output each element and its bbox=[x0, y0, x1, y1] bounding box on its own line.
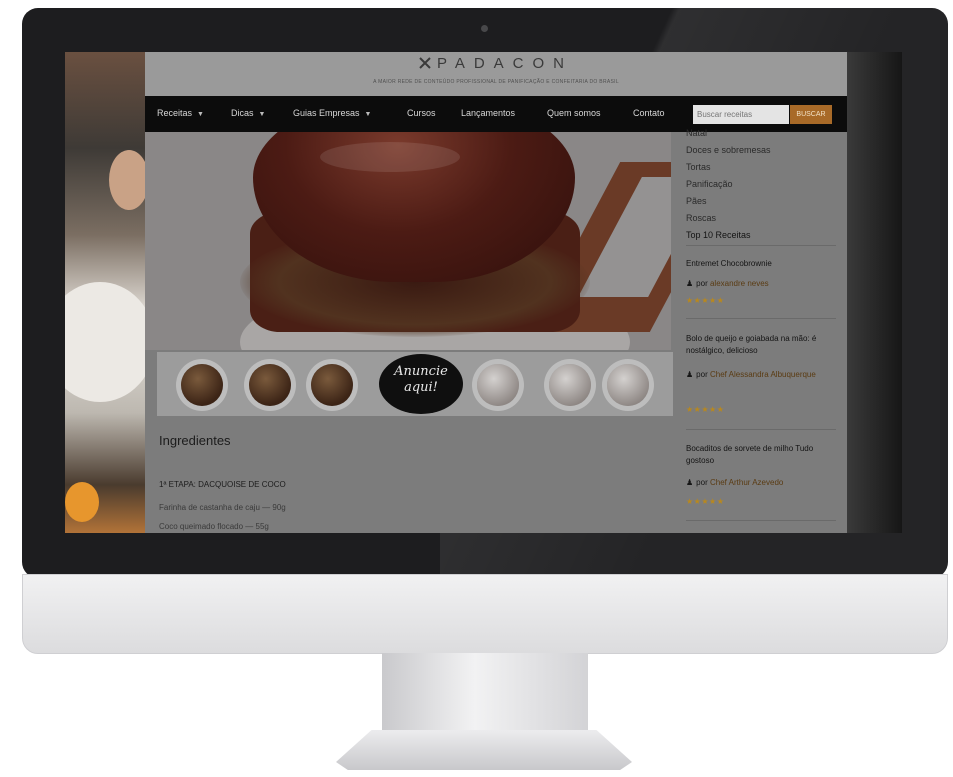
sidebar-post-author: ♟ por Chef Arthur Azevedo bbox=[686, 478, 784, 487]
sidebar-divider bbox=[686, 245, 836, 246]
truffle-image bbox=[249, 364, 291, 406]
main-navigation: Receitas ▼ Dicas ▼ Guias Empresas ▼ Cursos … bbox=[145, 96, 847, 132]
sidebar-category-link[interactable]: Panificação bbox=[686, 179, 733, 189]
background-photo-right bbox=[847, 52, 902, 533]
website: PADACON A MAIOR REDE DE CONTEÚDO PROFISS… bbox=[145, 52, 847, 533]
monitor-foot bbox=[336, 730, 632, 770]
step-heading: 1ª ETAPA: DACQUOISE DE COCO bbox=[159, 480, 286, 489]
truffle-image bbox=[181, 364, 223, 406]
nav-item-lancamentos[interactable]: Lançamentos bbox=[461, 108, 515, 118]
cake-highlight bbox=[320, 142, 460, 172]
sidebar-category-link[interactable]: Tortas bbox=[686, 162, 711, 172]
ingredient-item: Coco queimado flocado — 55g bbox=[159, 522, 269, 531]
rating-stars: ★★★★★ bbox=[686, 405, 725, 414]
sidebar-category-link[interactable]: Pães bbox=[686, 196, 707, 206]
truffle-image bbox=[549, 364, 591, 406]
rating-stars: ★★★★★ bbox=[686, 296, 725, 305]
sidebar-post-title[interactable]: Bocaditos de sorvete de milho Tudo gosto… bbox=[686, 443, 836, 467]
search-input[interactable] bbox=[693, 105, 789, 124]
advertising-banner[interactable]: Anuncie aqui! bbox=[157, 352, 673, 416]
ingredient-item: Farinha de castanha de caju — 90g bbox=[159, 503, 286, 512]
monitor-stand bbox=[382, 653, 588, 739]
sidebar-category-link[interactable]: Roscas bbox=[686, 213, 716, 223]
nav-item-receitas[interactable]: Receitas ▼ bbox=[157, 108, 204, 118]
sidebar-divider bbox=[686, 429, 836, 430]
truffle-image bbox=[607, 364, 649, 406]
recipe-hero-image bbox=[145, 132, 671, 350]
nav-item-cursos[interactable]: Cursos bbox=[407, 108, 436, 118]
camera-icon bbox=[481, 25, 488, 32]
sidebar-category-link[interactable]: Natal bbox=[686, 128, 707, 138]
site-logo[interactable]: PADACON bbox=[145, 55, 847, 72]
sidebar: Natal Doces e sobremesas Tortas Panifica… bbox=[685, 128, 845, 533]
sidebar-divider bbox=[686, 520, 836, 521]
truffle-image bbox=[311, 364, 353, 406]
chevron-down-icon: ▼ bbox=[364, 111, 372, 118]
search-button[interactable]: BUSCAR bbox=[790, 105, 832, 124]
sidebar-category-link[interactable]: Top 10 Receitas bbox=[686, 230, 751, 240]
background-yolk bbox=[65, 482, 99, 522]
nav-item-dicas[interactable]: Dicas ▼ bbox=[231, 108, 265, 118]
sidebar-divider bbox=[686, 318, 836, 319]
nav-item-quem-somos[interactable]: Quem somos bbox=[547, 108, 601, 118]
nav-item-contato[interactable]: Contato bbox=[633, 108, 665, 118]
truffle-image bbox=[477, 364, 519, 406]
site-tagline: A MAIOR REDE DE CONTEÚDO PROFISSIONAL DE… bbox=[373, 79, 619, 85]
rating-stars: ★★★★★ bbox=[686, 497, 725, 506]
sidebar-post-title[interactable]: Bolo de queijo e goiabada na mão: é nost… bbox=[686, 333, 836, 357]
sidebar-category-link[interactable]: Doces e sobremesas bbox=[686, 145, 771, 155]
ad-text: Anuncie aqui! bbox=[394, 364, 448, 395]
user-icon: ♟ bbox=[686, 279, 694, 288]
chevron-down-icon: ▼ bbox=[258, 111, 266, 118]
sidebar-post-author: ♟ por alexandre neves bbox=[686, 279, 769, 288]
user-icon: ♟ bbox=[686, 370, 694, 379]
logo-text: PADACON bbox=[436, 55, 574, 72]
sidebar-post-author: ♟ por Chef Alessandra Albuquerque bbox=[686, 370, 816, 379]
monitor-screen: PADACON A MAIOR REDE DE CONTEÚDO PROFISS… bbox=[65, 52, 902, 533]
ingredients-heading: Ingredientes bbox=[159, 433, 231, 448]
monitor-chin bbox=[22, 574, 948, 654]
sidebar-post-title[interactable]: Entremet Chocobrownie bbox=[686, 258, 836, 270]
chevron-down-icon: ▼ bbox=[197, 111, 204, 118]
user-icon: ♟ bbox=[686, 478, 694, 487]
masthead: PADACON A MAIOR REDE DE CONTEÚDO PROFISS… bbox=[145, 52, 847, 96]
background-egg bbox=[109, 150, 149, 210]
logo-mark-icon bbox=[419, 57, 431, 69]
nav-item-guias-empresas[interactable]: Guias Empresas ▼ bbox=[293, 108, 371, 118]
